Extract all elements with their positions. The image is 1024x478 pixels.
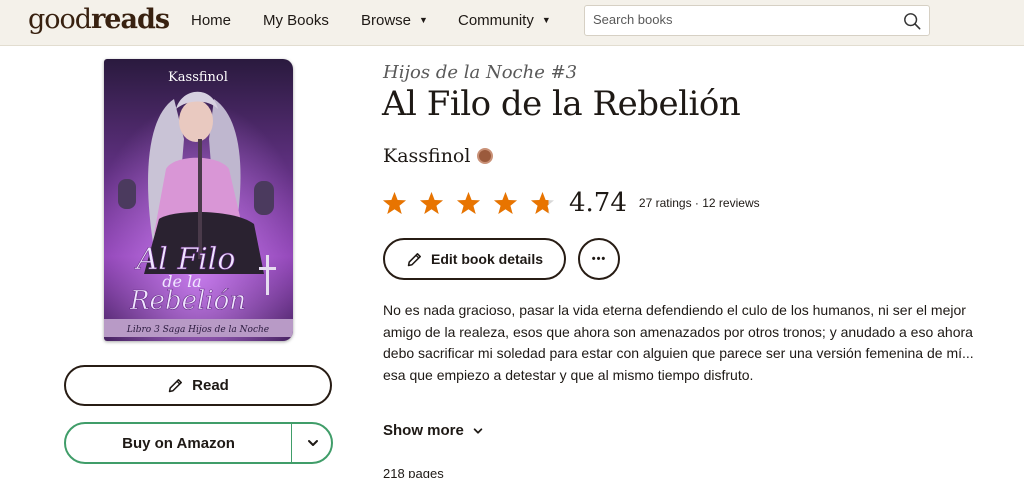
show-more-label: Show more [383, 422, 464, 439]
author-row: Kassfinol [383, 145, 494, 167]
logo-text-reads: reads [91, 4, 170, 35]
book-title: Al Filo de la Rebelión [382, 84, 741, 124]
cover-author-text: Kassfinol [168, 70, 228, 85]
rating-row: 4.74 27 ratings · 12 reviews [382, 188, 760, 218]
pencil-icon [167, 377, 184, 394]
caret-down-icon: ▼ [541, 15, 551, 25]
nav-home[interactable]: Home [191, 12, 231, 29]
cover-subtitle: Libro 3 Saga Hijos de la Noche [126, 325, 269, 335]
nav-home-label: Home [191, 12, 232, 29]
page-count: 218 pages [383, 466, 444, 478]
search-icon[interactable] [903, 12, 921, 30]
nav-browse[interactable]: Browse ▼ [361, 12, 428, 29]
goodreads-author-badge-icon [477, 148, 494, 164]
rating-stars [382, 191, 567, 216]
cover-title-line-3: Rebelión [129, 286, 246, 316]
buy-options-dropdown[interactable] [292, 424, 331, 462]
buy-on-amazon-button[interactable]: Buy on Amazon [66, 424, 291, 462]
nav-community-label: Community [458, 12, 534, 29]
more-options-icon: ••• [591, 252, 607, 265]
book-cover[interactable]: Kassfinol Al Filo de la Rebelión Libro 3… [104, 59, 293, 341]
book-description: No es nada gracioso, pasar la vida etern… [383, 302, 974, 383]
goodreads-logo[interactable]: goodreads [28, 4, 170, 35]
show-more-button[interactable]: Show more [383, 422, 484, 439]
buy-on-amazon-label: Buy on Amazon [122, 434, 235, 452]
rating-counts-link[interactable]: 27 ratings · 12 reviews [639, 196, 760, 210]
buy-on-amazon-group: Buy on Amazon [64, 422, 333, 464]
nav-browse-label: Browse [361, 12, 412, 29]
chevron-down-icon [472, 425, 484, 437]
average-rating: 4.74 [569, 188, 627, 218]
star-icon [420, 191, 443, 214]
book-cover-art: Kassfinol Al Filo de la Rebelión Libro 3… [104, 59, 293, 341]
nav-my-books[interactable]: My Books [263, 12, 329, 29]
series-link[interactable]: Hijos de la Noche #3 [383, 62, 577, 83]
caret-down-icon: ▼ [419, 15, 428, 25]
top-navigation-bar: goodreads Home My Books Browse ▼ Communit… [0, 0, 1024, 46]
edit-book-details-label: Edit book details [430, 251, 543, 267]
star-icon [457, 191, 480, 214]
more-options-button[interactable]: ••• [578, 238, 620, 280]
read-button[interactable]: Read [64, 365, 332, 406]
logo-text-good: good [28, 4, 92, 35]
star-icon [531, 191, 554, 214]
pencil-icon [406, 251, 423, 268]
search-input[interactable] [593, 12, 893, 27]
author-link[interactable]: Kassfinol [383, 145, 470, 167]
search-box [584, 5, 930, 36]
edit-book-details-button[interactable]: Edit book details [383, 238, 566, 280]
chevron-down-icon [307, 440, 318, 446]
read-button-label: Read [192, 377, 229, 394]
star-icon [494, 191, 517, 214]
star-icon [383, 191, 406, 214]
nav-community[interactable]: Community ▼ [458, 12, 551, 29]
nav-my-books-label: My Books [263, 12, 329, 29]
